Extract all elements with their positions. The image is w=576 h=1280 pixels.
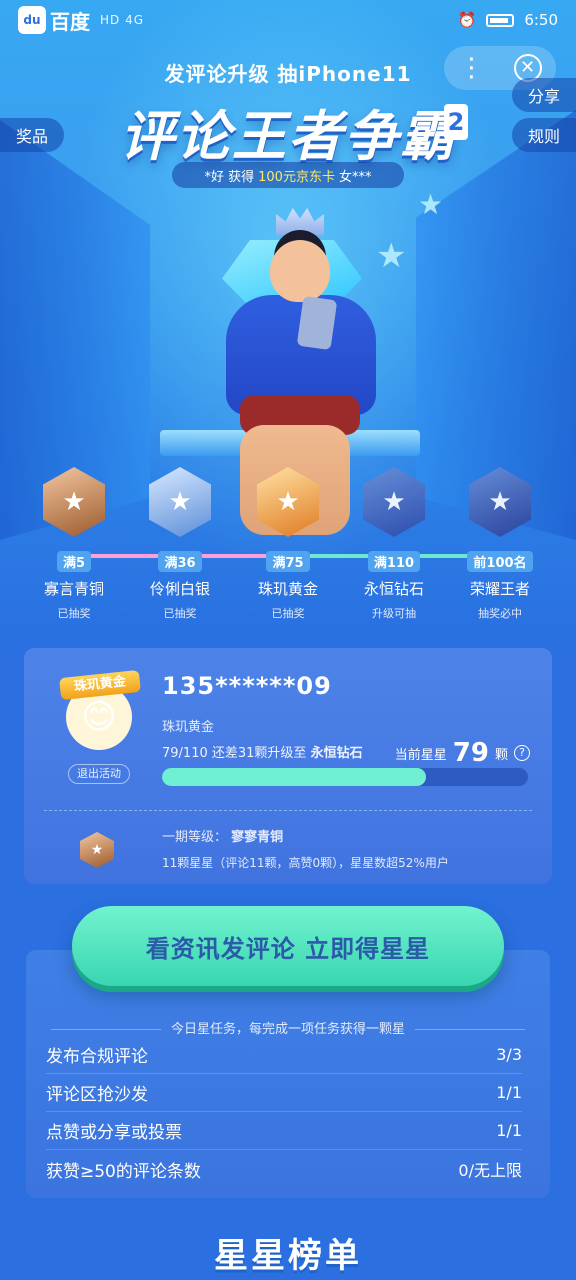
title-season-badge: 2 bbox=[444, 104, 468, 140]
crown-illustration bbox=[276, 208, 324, 235]
user-name: 135******09 bbox=[162, 672, 332, 700]
rank-threshold: 满75 bbox=[266, 551, 310, 572]
upgrade-progress-bar bbox=[162, 768, 528, 786]
rank-name: 珠玑黄金 bbox=[257, 580, 318, 598]
help-icon[interactable]: ? bbox=[514, 745, 530, 761]
previous-season-detail: 11颗星星（评论11颗，高赞0颗），星星数超52%用户 bbox=[162, 856, 449, 870]
user-level: 珠玑黄金 bbox=[162, 720, 215, 735]
task-name: 发布合规评论 bbox=[46, 1047, 148, 1067]
rank-silver[interactable]: ★ 满36 伶俐白银 已抽奖 bbox=[126, 455, 234, 621]
progress-desc: 79/110 还差31颗升级至 bbox=[162, 746, 307, 761]
king-badge-icon: ★ bbox=[469, 467, 531, 537]
task-name: 评论区抢沙发 bbox=[46, 1085, 148, 1105]
upgrade-progress-fill bbox=[162, 768, 426, 786]
rules-tab[interactable]: 规则 bbox=[511, 118, 576, 152]
ticker-suffix: 女*** bbox=[338, 169, 372, 185]
leaderboard-title: 星星榜单 bbox=[214, 1236, 362, 1276]
rank-diamond[interactable]: ★ 满110 永恒钻石 升级可抽 bbox=[340, 455, 448, 621]
rank-threshold: 前100名 bbox=[467, 551, 533, 572]
rank-gold[interactable]: ★ 满75 珠玑黄金 已抽奖 bbox=[234, 455, 342, 621]
star-label: 当前星星 bbox=[394, 747, 447, 763]
status-bar: du 百度 HD 4G ⏰ 6:50 bbox=[0, 0, 576, 40]
diamond-badge-icon: ★ bbox=[363, 467, 425, 537]
prev-label: 一期等级： bbox=[162, 830, 228, 845]
task-row: 获赞≥50的评论条数 0/无上限 bbox=[46, 1150, 522, 1188]
alarm-icon: ⏰ bbox=[457, 11, 477, 29]
ticker-prize: 100元京东卡 bbox=[258, 169, 335, 185]
rank-status: 已抽奖 bbox=[163, 607, 197, 620]
app-name: 百度 bbox=[50, 9, 90, 34]
task-panel-title: 今日星任务，每完成一项任务获得一颗星 bbox=[26, 1018, 550, 1037]
hero-title: 评论王者争霸 bbox=[120, 105, 456, 168]
star-icon: ★ bbox=[418, 188, 444, 221]
task-name: 获赞≥50的评论条数 bbox=[46, 1161, 201, 1182]
rank-status: 升级可抽 bbox=[372, 607, 416, 620]
star-unit: 颗 bbox=[494, 747, 508, 763]
hero-subtitle: 发评论升级 抽iPhone11 bbox=[164, 62, 412, 86]
share-tab[interactable]: 分享 bbox=[511, 78, 576, 112]
app-logo: du 百度 bbox=[18, 6, 90, 35]
card-divider bbox=[44, 810, 532, 811]
rank-king[interactable]: ★ 前100名 荣耀王者 抽奖必中 bbox=[446, 455, 554, 621]
gold-badge-icon: ★ bbox=[257, 467, 319, 537]
star-task-panel: 今日星任务，每完成一项任务获得一颗星 发布合规评论 3/3 评论区抢沙发 1/1… bbox=[26, 950, 550, 1198]
task-row: 评论区抢沙发 1/1 bbox=[46, 1074, 522, 1112]
upgrade-progress-text: 79/110 还差31颗升级至 永恒钻石 bbox=[162, 742, 363, 761]
task-name: 点赞或分享或投票 bbox=[46, 1123, 182, 1143]
task-progress: 1/1 bbox=[496, 1121, 522, 1140]
phone-illustration bbox=[296, 295, 338, 351]
ticker-prefix: *好 获得 bbox=[204, 169, 255, 185]
prev-value: 寥寥青铜 bbox=[231, 830, 284, 845]
smiley-avatar-icon: 😊 bbox=[81, 697, 117, 737]
task-progress: 3/3 bbox=[496, 1045, 522, 1064]
rank-status: 已抽奖 bbox=[57, 607, 91, 620]
battery-icon bbox=[486, 13, 515, 27]
clock: 6:50 bbox=[524, 11, 558, 29]
bronze-badge-icon: ★ bbox=[80, 832, 114, 868]
silver-badge-icon: ★ bbox=[149, 467, 211, 537]
rank-track: ★ 满5 寡言青铜 已抽奖 ★ 满36 伶俐白银 已抽奖 ★ 满75 珠玑黄金 … bbox=[0, 455, 576, 620]
rank-threshold: 满110 bbox=[367, 551, 421, 572]
rank-threshold: 满5 bbox=[56, 551, 92, 572]
comment-for-stars-button[interactable]: 看资讯发评论 立即得星星 bbox=[72, 906, 504, 986]
task-row: 点赞或分享或投票 1/1 bbox=[46, 1112, 522, 1150]
avatar-level-ribbon: 珠玑黄金 bbox=[59, 669, 141, 701]
network-indicator: HD 4G bbox=[100, 13, 145, 27]
baidu-paw-icon: du bbox=[18, 6, 46, 34]
current-stars: 当前星星 79 颗 ? bbox=[395, 738, 530, 768]
quit-activity-button[interactable]: 退出活动 bbox=[68, 764, 130, 784]
rank-name: 寡言青铜 bbox=[43, 580, 104, 598]
task-row: 发布合规评论 3/3 bbox=[46, 1036, 522, 1074]
next-level: 永恒钻石 bbox=[310, 746, 363, 761]
previous-season-level: 一期等级： 寥寥青铜 bbox=[162, 826, 283, 845]
star-count: 79 bbox=[452, 738, 489, 768]
winner-ticker: *好 获得 100元京东卡 女*** bbox=[172, 162, 404, 188]
task-progress: 1/1 bbox=[496, 1083, 522, 1102]
prizes-tab[interactable]: 奖品 bbox=[0, 118, 65, 152]
rank-threshold: 满36 bbox=[158, 551, 202, 572]
rank-status: 已抽奖 bbox=[271, 607, 305, 620]
rank-bronze[interactable]: ★ 满5 寡言青铜 已抽奖 bbox=[20, 455, 128, 621]
character-head bbox=[270, 240, 330, 302]
star-icon: ★ bbox=[376, 236, 407, 276]
rank-status: 抽奖必中 bbox=[478, 607, 522, 620]
rank-name: 伶俐白银 bbox=[149, 580, 210, 598]
task-progress: 0/无上限 bbox=[458, 1161, 522, 1180]
rank-name: 永恒钻石 bbox=[363, 580, 424, 598]
bronze-badge-icon: ★ bbox=[43, 467, 105, 537]
rank-name: 荣耀王者 bbox=[469, 580, 530, 598]
profile-card: 珠玑黄金 😊 退出活动 135******09 珠玑黄金 79/110 还差31… bbox=[24, 648, 552, 884]
